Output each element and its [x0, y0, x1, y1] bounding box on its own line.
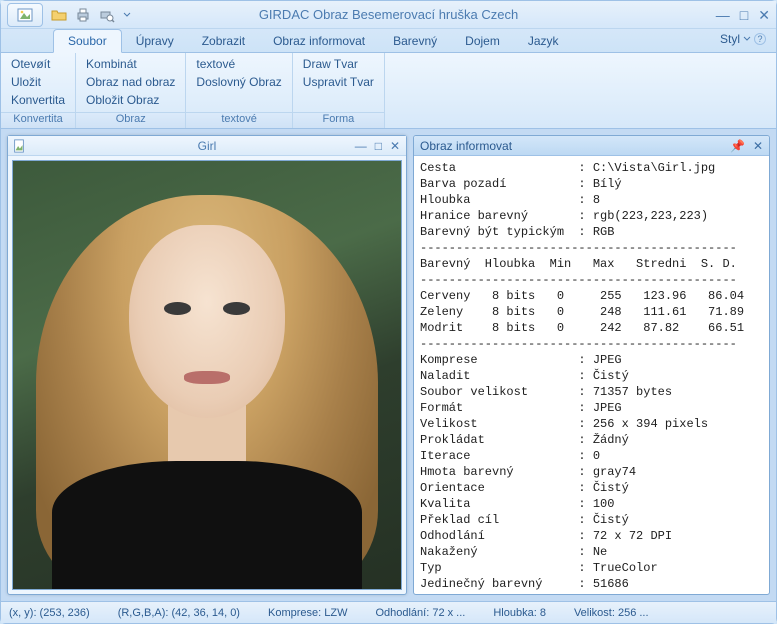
- portrait-mouth: [184, 371, 231, 384]
- btn-kombinat[interactable]: Kombinát: [86, 57, 175, 71]
- tab-obraz-informovat[interactable]: Obraz informovat: [259, 30, 379, 52]
- workspace: Girl — □ ✕ Obraz informovat 📌 ✕ C: [1, 129, 776, 601]
- btn-doslovny-obraz[interactable]: Doslovný Obraz: [196, 75, 281, 89]
- tab-upravy[interactable]: Úpravy: [122, 30, 188, 52]
- open-button[interactable]: [49, 5, 69, 25]
- document-icon: [12, 139, 26, 153]
- pin-icon[interactable]: 📌: [730, 139, 745, 153]
- tab-dojem[interactable]: Dojem: [451, 30, 514, 52]
- btn-ulozit[interactable]: Uložit: [11, 75, 65, 89]
- group-konvertita: Otevøít Uložit Konvertita Konvertita: [1, 53, 76, 128]
- image-window-title: Girl: [8, 139, 406, 153]
- group-konvertita-label: Konvertita: [1, 112, 75, 128]
- group-obraz-label: Obraz: [76, 112, 185, 128]
- mdi-minimize-button[interactable]: —: [355, 139, 367, 153]
- mdi-close-button[interactable]: ✕: [390, 139, 400, 153]
- tab-barevny[interactable]: Barevný: [379, 30, 451, 52]
- qat-dropdown[interactable]: [121, 5, 133, 25]
- image-window: Girl — □ ✕: [7, 135, 407, 595]
- status-size: Velikost: 256 ...: [574, 607, 649, 619]
- info-panel-body[interactable]: Cesta : C:\Vista\Girl.jpg Barva pozadí :…: [414, 156, 769, 594]
- status-rgba: (R,G,B,A): (42, 36, 14, 0): [118, 607, 240, 619]
- portrait-face: [129, 225, 284, 418]
- status-compress: Komprese: LZW: [268, 607, 347, 619]
- info-panel-title: Obraz informovat: [420, 139, 512, 153]
- style-picker[interactable]: Styl ?: [720, 32, 766, 46]
- status-resolution: Odhodlání: 72 x ...: [375, 607, 465, 619]
- info-panel-header[interactable]: Obraz informovat 📌 ✕: [414, 136, 769, 156]
- titlebar: GIRDAC Obraz Besemerovací hruška Czech —…: [1, 1, 776, 29]
- status-depth: Hloubka: 8: [493, 607, 546, 619]
- group-textove: textové Doslovný Obraz textové: [186, 53, 292, 128]
- close-button[interactable]: ✕: [758, 8, 770, 22]
- ribbon-tabs: SouborÚpravyZobrazitObraz informovatBare…: [1, 29, 776, 53]
- print-preview-button[interactable]: [97, 5, 117, 25]
- tab-zobrazit[interactable]: Zobrazit: [188, 30, 259, 52]
- print-button[interactable]: [73, 5, 93, 25]
- image-canvas[interactable]: [12, 160, 402, 590]
- chevron-down-icon: [743, 35, 751, 43]
- folder-open-icon: [51, 7, 67, 23]
- portrait-eye: [223, 302, 250, 315]
- group-forma-label: Forma: [293, 112, 384, 128]
- btn-draw-tvar[interactable]: Draw Tvar: [303, 57, 374, 71]
- group-textove-label: textové: [186, 112, 291, 128]
- btn-otevrit[interactable]: Otevøít: [11, 57, 65, 71]
- app-menu-button[interactable]: [7, 3, 43, 27]
- minimize-button[interactable]: —: [716, 8, 730, 22]
- help-icon[interactable]: ?: [754, 33, 766, 45]
- status-xy: (x, y): (253, 236): [9, 607, 90, 619]
- image-window-titlebar[interactable]: Girl — □ ✕: [8, 136, 406, 156]
- statusbar: (x, y): (253, 236) (R,G,B,A): (42, 36, 1…: [1, 601, 776, 623]
- info-panel: Obraz informovat 📌 ✕ Cesta : C:\Vista\Gi…: [413, 135, 770, 595]
- btn-oblozit-obraz[interactable]: Obložit Obraz: [86, 93, 175, 107]
- tab-jazyk[interactable]: Jazyk: [514, 30, 573, 52]
- image-icon: [17, 7, 33, 23]
- quick-access-toolbar: [49, 5, 133, 25]
- btn-uspravit-tvar[interactable]: Uspravit Tvar: [303, 75, 374, 89]
- btn-textove[interactable]: textové: [196, 57, 281, 71]
- portrait-shirt: [52, 461, 362, 589]
- btn-konvertita[interactable]: Konvertita: [11, 93, 65, 107]
- print-icon: [75, 7, 91, 23]
- btn-obraz-nad-obraz[interactable]: Obraz nad obraz: [86, 75, 175, 89]
- panel-close-button[interactable]: ✕: [753, 139, 763, 153]
- maximize-button[interactable]: □: [740, 8, 748, 22]
- window-controls: — □ ✕: [716, 8, 770, 22]
- group-forma: Draw Tvar Uspravit Tvar Forma: [293, 53, 385, 128]
- style-label: Styl: [720, 32, 740, 46]
- chevron-down-icon: [123, 11, 131, 19]
- group-obraz: Kombinát Obraz nad obraz Obložit Obraz Obra…: [76, 53, 186, 128]
- mdi-maximize-button[interactable]: □: [375, 139, 382, 153]
- print-preview-icon: [99, 7, 115, 23]
- ribbon: OtevøítUložitKonvertitaKonvertitaKombiná…: [1, 53, 776, 129]
- tab-soubor[interactable]: Soubor: [53, 29, 122, 53]
